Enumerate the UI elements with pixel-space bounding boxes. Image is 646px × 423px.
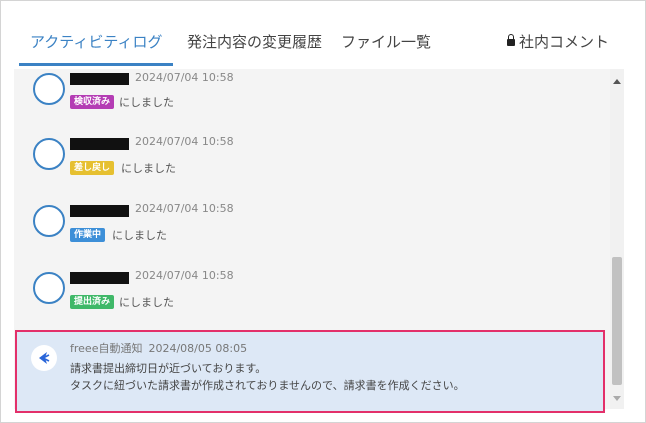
avatar [33, 272, 65, 304]
redacted-user-name [70, 272, 129, 284]
list-item: 2024/07/04 10:58 検収済み にしました [14, 69, 610, 129]
scroll-down-arrow-icon[interactable] [613, 396, 621, 401]
avatar [33, 73, 65, 105]
timestamp: 2024/07/04 10:58 [135, 202, 234, 215]
tab-activity-log[interactable]: アクティビティログ [30, 31, 162, 52]
redacted-user-name [70, 205, 129, 217]
status-badge: 提出済み [70, 295, 115, 309]
status-badge: 作業中 [70, 228, 106, 242]
redacted-user-name [70, 138, 129, 150]
tab-internal-comment-label: 社内コメント [518, 33, 609, 51]
timestamp: 2024/07/04 10:58 [135, 269, 234, 282]
list-item: 2024/07/04 10:58 提出済み にしました [14, 267, 610, 327]
tab-internal-comment[interactable]: 社内コメント [506, 31, 609, 52]
notification-sender: freee自動通知 2024/08/05 08:05 [70, 340, 247, 356]
active-tab-indicator [19, 63, 173, 66]
activity-window: アクティビティログ 発注内容の変更履歴 ファイル一覧 社内コメント 2024/0… [0, 0, 646, 423]
auto-notification-item: freee自動通知 2024/08/05 08:05 請求書提出締切日が近づいてお… [15, 330, 605, 413]
timestamp: 2024/07/04 10:58 [135, 135, 234, 148]
lock-icon [506, 34, 515, 46]
scroll-up-arrow-icon[interactable] [613, 79, 621, 84]
tab-bar: アクティビティログ 発注内容の変更履歴 ファイル一覧 社内コメント [1, 1, 645, 69]
list-item: 2024/07/04 10:58 作業中 にしました [14, 200, 610, 260]
avatar [33, 138, 65, 170]
list-item: 2024/07/04 10:58 差し戻し にしました [14, 133, 610, 193]
redacted-user-name [70, 73, 129, 85]
status-text: にしました [119, 296, 174, 309]
notification-message-line1: 請求書提出締切日が近づいております。 [70, 362, 267, 375]
freee-logo-icon [31, 345, 57, 371]
status-badge: 差し戻し [70, 161, 115, 175]
status-badge: 検収済み [70, 95, 115, 109]
avatar [33, 205, 65, 237]
tab-file-list[interactable]: ファイル一覧 [341, 31, 431, 52]
scroll-thumb[interactable] [612, 257, 622, 385]
scrollbar[interactable] [610, 69, 624, 409]
sender-name: freee自動通知 [70, 342, 143, 355]
timestamp: 2024/07/04 10:58 [135, 71, 234, 84]
status-text: にしました [112, 229, 167, 242]
tab-order-change-history[interactable]: 発注内容の変更履歴 [187, 31, 322, 52]
notification-timestamp: 2024/08/05 08:05 [148, 342, 248, 355]
status-text: にしました [119, 96, 174, 109]
notification-message-line2: タスクに紐づいた請求書が作成されておりませんので、請求書を作成ください。 [70, 379, 465, 392]
status-text: にしました [121, 162, 176, 175]
